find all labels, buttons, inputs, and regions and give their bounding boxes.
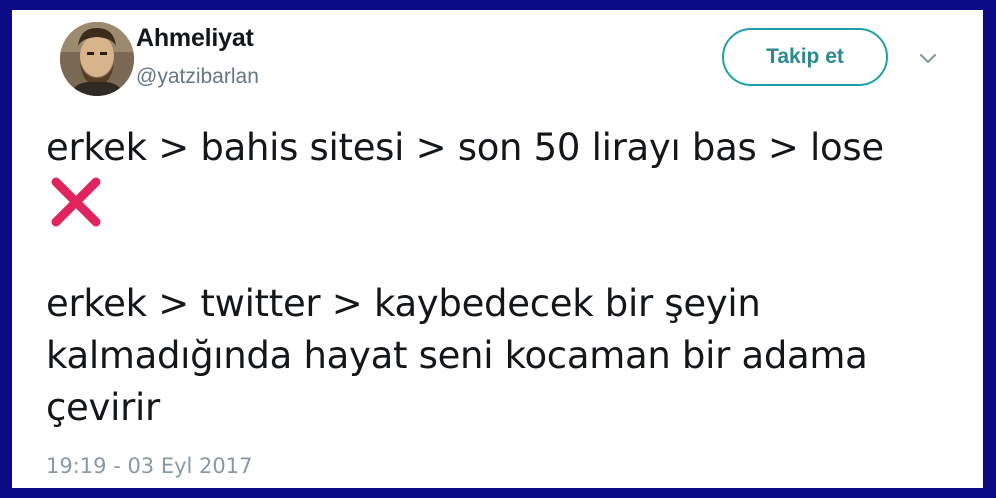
cross-mark-icon xyxy=(46,172,106,232)
timestamp[interactable]: 19:19 - 03 Eyl 2017 xyxy=(46,454,253,478)
display-name[interactable]: Ahmeliyat xyxy=(136,24,254,53)
avatar-portrait xyxy=(60,22,134,96)
user-handle[interactable]: @yatzibarlan xyxy=(136,65,259,89)
tweet-line: erkek > twitter > kaybedecek bir şeyin xyxy=(46,282,761,325)
tweet-line: çevirir xyxy=(46,386,160,429)
avatar[interactable] xyxy=(60,22,134,96)
chevron-down-icon[interactable] xyxy=(916,46,940,70)
tweet-body: erkek > bahis sitesi > son 50 lirayı bas… xyxy=(46,122,946,434)
tweet-card: Ahmeliyat @yatzibarlan Takip et erkek > … xyxy=(12,10,983,488)
outer-frame: Ahmeliyat @yatzibarlan Takip et erkek > … xyxy=(0,0,996,498)
tweet-line: erkek > bahis sitesi > son 50 lirayı bas… xyxy=(46,126,884,169)
tweet-line: kalmadığında hayat seni kocaman bir adam… xyxy=(46,334,868,377)
follow-button[interactable]: Takip et xyxy=(722,28,888,86)
